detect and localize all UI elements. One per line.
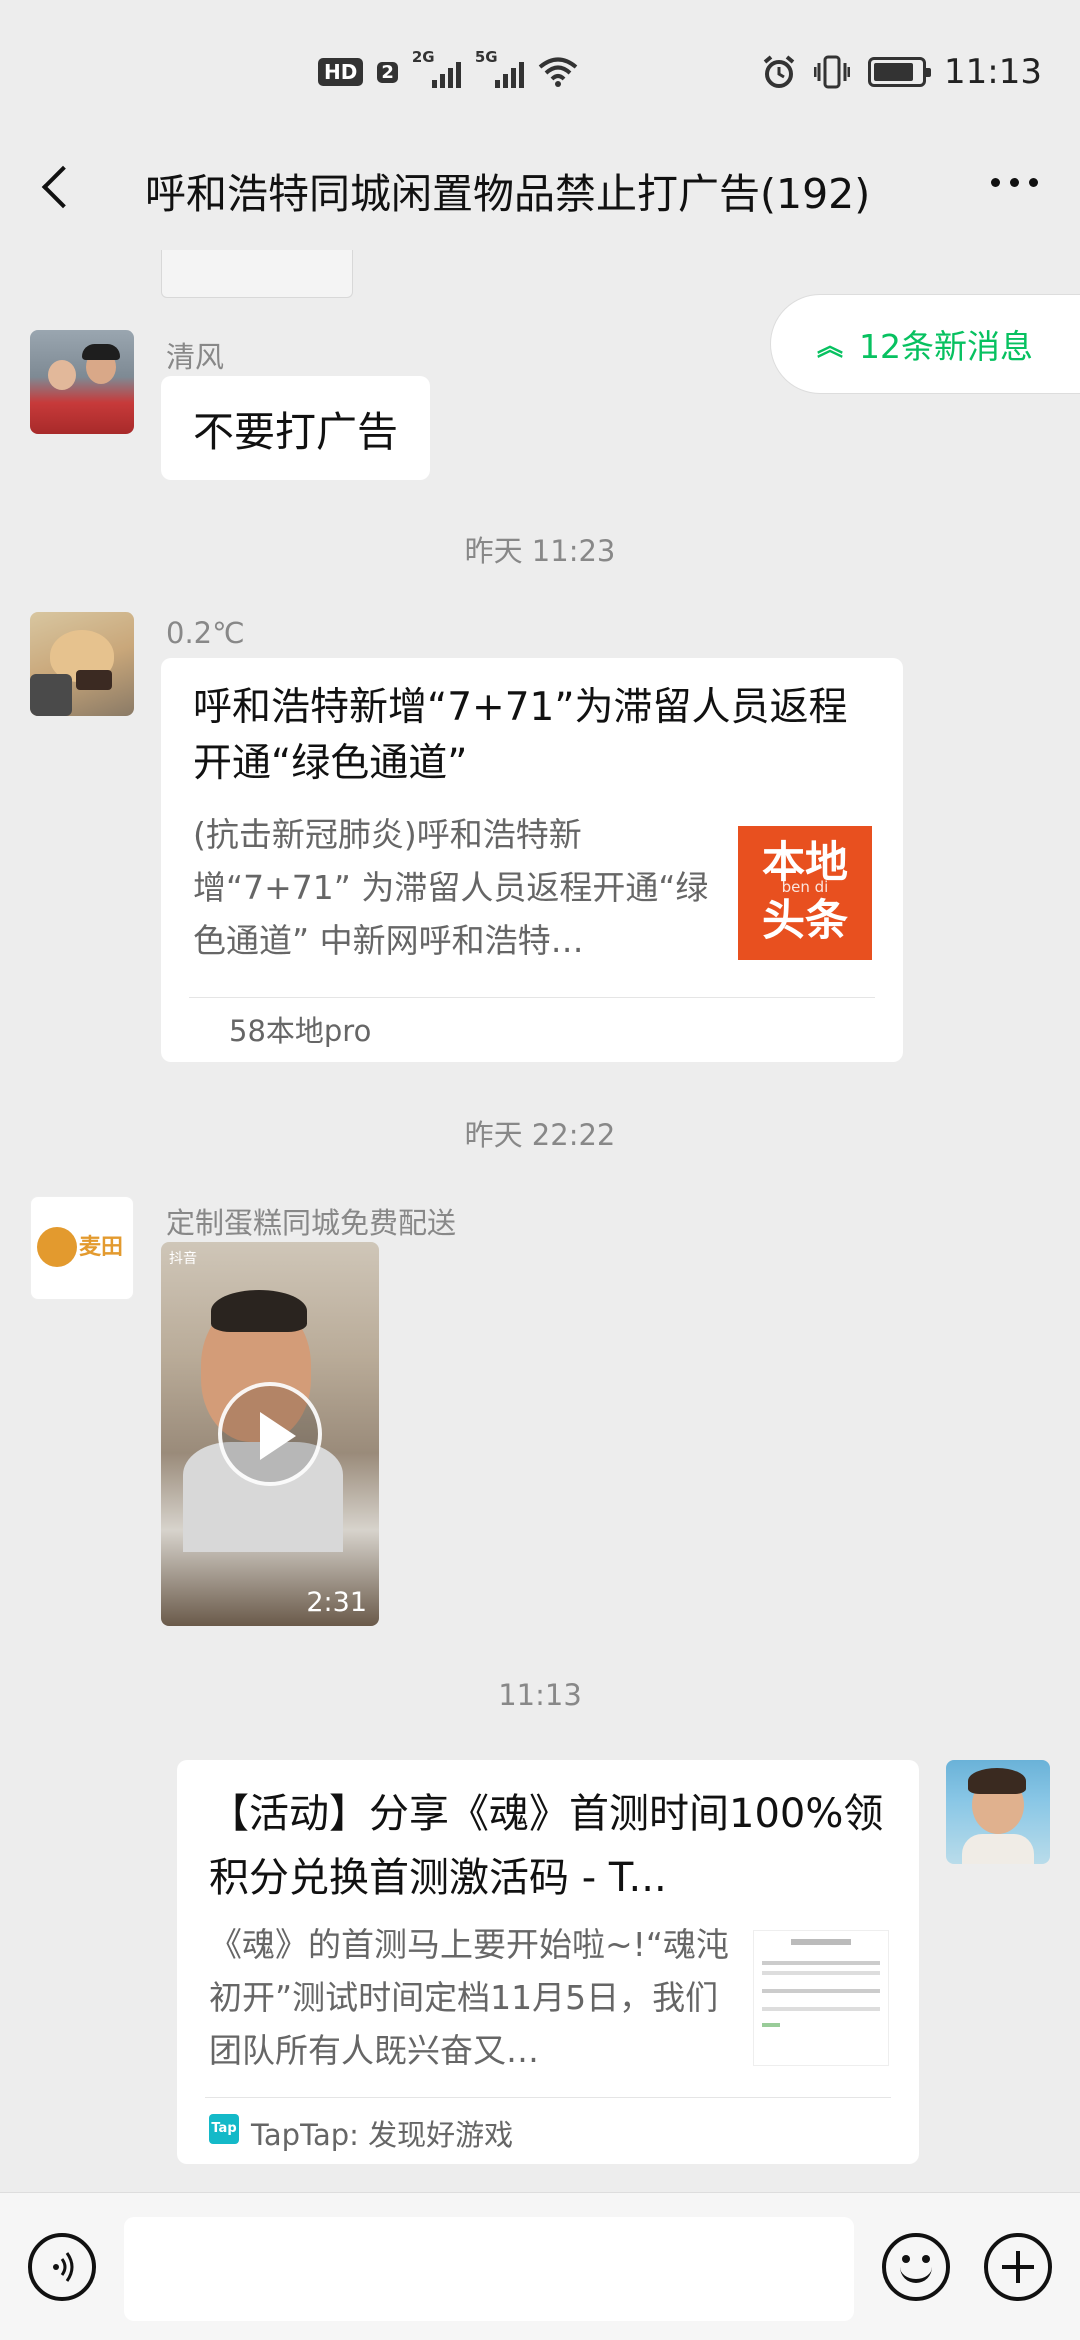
my-avatar[interactable] (946, 1760, 1050, 1864)
sender-name: 清风 (166, 340, 225, 374)
video-source-overlay: 抖音 (169, 1251, 197, 1267)
new-messages-button[interactable]: ︽ 12条新消息 (770, 294, 1080, 394)
video-person-hair (211, 1290, 307, 1332)
chat-title: 呼和浩特同城闲置物品禁止打广告(192) (145, 170, 871, 218)
avatar[interactable] (30, 612, 134, 716)
card-description: 《魂》的首测马上要开始啦~!“魂沌初开”测试时间定档11月5日，我们团队所有人既… (209, 1925, 729, 2070)
back-arrow-icon[interactable] (30, 158, 90, 218)
link-card-message[interactable]: 呼和浩特新增“7+71”为滞留人员返程开通“绿色通道” (抗击新冠肺炎)呼和浩特… (161, 658, 903, 1062)
thumbnail-subtext: ben di (781, 878, 829, 896)
signal-5g-icon: 5G (475, 48, 524, 88)
status-right: 11:13 (762, 52, 1042, 92)
link-card-message[interactable]: 【活动】分享《魂》首测时间100%领积分兑换首测激活码 - T... 《魂》的首… (177, 1760, 919, 2164)
alarm-icon (763, 55, 795, 88)
sim-two-badge: 2 (377, 61, 398, 83)
card-title: 呼和浩特新增“7+71”为滞留人员返程开通“绿色通道” (193, 685, 848, 786)
new-messages-label: 12条新消息 (859, 327, 1034, 366)
avatar[interactable] (30, 330, 134, 434)
maitian-logo: 麦田 (37, 1227, 129, 1271)
timestamp: 11:13 (498, 1678, 582, 1712)
voice-icon[interactable] (28, 2233, 96, 2301)
wifi-icon (538, 57, 578, 87)
timestamp: 昨天 11:23 (464, 534, 616, 568)
more-icon[interactable] (991, 178, 1038, 187)
signal-2g-icon: 2G (412, 48, 461, 88)
plus-icon[interactable] (984, 2233, 1052, 2301)
status-time: 11:13 (944, 52, 1042, 92)
card-description: (抗击新冠肺炎)呼和浩特新增“7+71” 为滞留人员返程开通“绿色通道” 中新网… (193, 815, 709, 960)
bendi-logo-thumbnail: 本地头条 ben di (738, 826, 872, 960)
card-source: 58本地pro (229, 1014, 372, 1048)
sender-name: 定制蛋糕同城免费配送 (166, 1206, 457, 1240)
card-divider (189, 997, 875, 998)
sender-name: 0.2℃ (166, 616, 245, 650)
chat-header: 呼和浩特同城闲置物品禁止打广告(192) (0, 130, 1080, 250)
input-bar (0, 2192, 1080, 2340)
article-thumbnail (753, 1930, 889, 2066)
vibrate-icon (814, 55, 851, 89)
card-divider (205, 2097, 891, 2098)
status-bar: HD 2 2G 5G 11:13 (0, 0, 1080, 130)
battery-icon (868, 57, 932, 87)
emoji-icon[interactable] (882, 2233, 950, 2301)
message-text: 不要打广告 (193, 408, 398, 456)
status-left: HD 2 2G 5G (318, 48, 578, 88)
card-title: 【活动】分享《魂》首测时间100%领积分兑换首测激活码 - T... (209, 1791, 884, 1901)
text-message[interactable]: 不要打广告 (161, 376, 430, 480)
message-input[interactable] (124, 2217, 854, 2321)
taptap-icon: Tap (209, 2114, 239, 2144)
message-list[interactable]: ︽ 12条新消息 清风 不要打广告 昨天 11:23 0.2℃ 呼和浩特新增“7… (0, 250, 1080, 2192)
double-chevron-up-icon: ︽ (817, 331, 844, 362)
video-duration: 2:31 (306, 1587, 367, 1618)
partial-image-message[interactable] (161, 250, 353, 298)
video-message[interactable]: 抖音 2:31 (161, 1242, 379, 1626)
timestamp: 昨天 22:22 (464, 1118, 616, 1152)
hd-icon: HD (318, 58, 364, 86)
avatar[interactable]: 麦田 (30, 1196, 134, 1300)
play-icon[interactable] (218, 1382, 322, 1486)
card-source: TapTap: 发现好游戏 (251, 2118, 514, 2152)
